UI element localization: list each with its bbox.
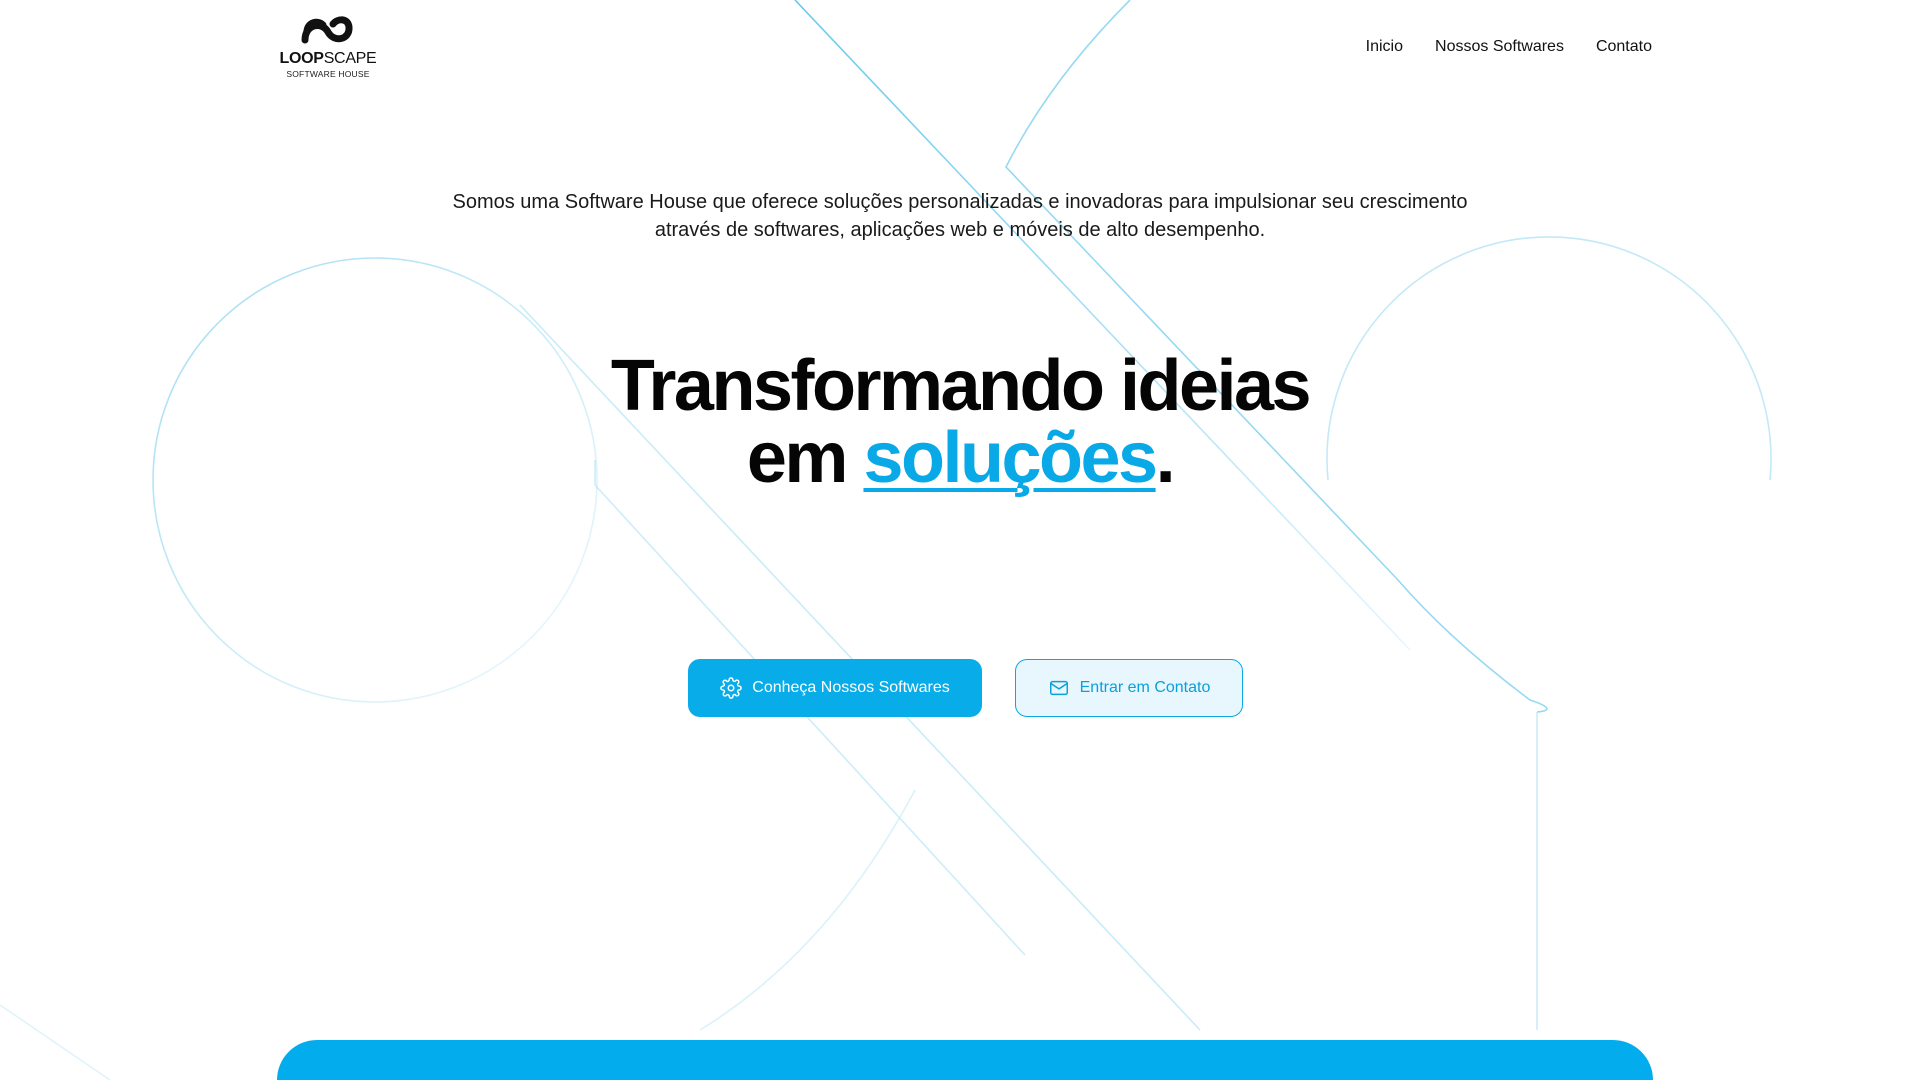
- background-line-art: [0, 0, 1772, 1080]
- explore-softwares-button[interactable]: Conheça Nossos Softwares: [688, 659, 982, 717]
- hero-headline: Transformando ideias em soluções.: [0, 350, 1920, 494]
- nav-link-nossos-softwares[interactable]: Nossos Softwares: [1435, 36, 1564, 58]
- logo-word-bold: LOOP: [279, 50, 324, 67]
- logo-tagline: SOFTWARE HOUSE: [286, 69, 370, 79]
- gear-icon: [720, 677, 743, 699]
- headline-accent-word: soluções: [863, 418, 1158, 498]
- main-nav: Inicio Nossos Softwares Contato: [1366, 36, 1652, 58]
- headline-period: .: [1155, 418, 1176, 498]
- headline-line-1: Transformando ideias: [610, 346, 1312, 426]
- blue-feature-banner: [277, 1040, 1653, 1080]
- infinity-logo-icon: [301, 16, 353, 44]
- headline-line-2-prefix: em: [746, 418, 864, 498]
- contact-label: Entrar em Contato: [1079, 679, 1211, 696]
- loopscape-logo[interactable]: LOOPSCAPE SOFTWARE HOUSE: [276, 16, 380, 80]
- bg-arc-lower-left: [699, 789, 916, 1031]
- site-header: LOOPSCAPE SOFTWARE HOUSE Inicio Nossos S…: [0, 0, 1920, 100]
- contact-button[interactable]: Entrar em Contato: [1015, 659, 1243, 717]
- hero-subtitle: Somos uma Software House que oferece sol…: [452, 191, 1468, 241]
- logo-wordmark: LOOPSCAPE: [276, 50, 380, 68]
- explore-softwares-label: Conheça Nossos Softwares: [752, 679, 950, 696]
- mail-icon: [1049, 680, 1068, 696]
- bg-line-bottom-left: [0, 1004, 111, 1080]
- hero-section: Transformando ideias em soluções.: [0, 350, 1920, 494]
- nav-link-contato[interactable]: Contato: [1596, 36, 1652, 58]
- nav-link-inicio[interactable]: Inicio: [1366, 36, 1403, 58]
- logo-word-light: SCAPE: [323, 50, 377, 67]
